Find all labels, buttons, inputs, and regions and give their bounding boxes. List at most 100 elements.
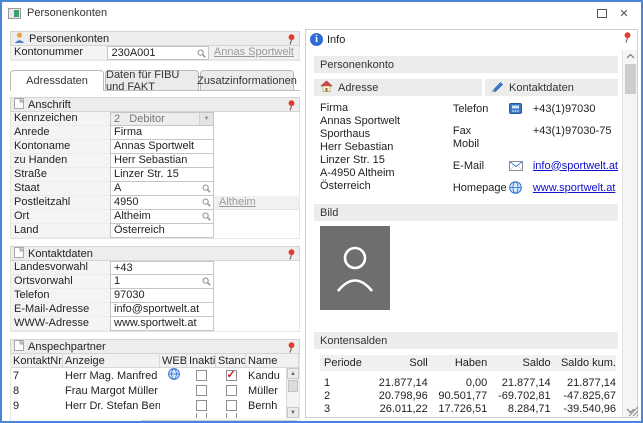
- contact-row[interactable]: 9 Herr Dr. Stefan Bernhard Bernh: [11, 398, 299, 413]
- www-input[interactable]: www.sportwelt.at: [110, 316, 214, 331]
- ort-input[interactable]: Altheim: [110, 209, 214, 224]
- inaktiv-checkbox[interactable]: [196, 370, 207, 381]
- ort-link[interactable]: Altheim: [219, 196, 256, 209]
- email-input[interactable]: info@sportwelt.at: [110, 302, 214, 317]
- close-button[interactable]: ✕: [613, 4, 635, 22]
- search-icon[interactable]: [197, 49, 206, 62]
- form-icon: [14, 245, 25, 261]
- col-standard[interactable]: Stand...: [216, 354, 246, 367]
- telefon-info-label: Telefon: [452, 102, 489, 115]
- main-form-panel: Personenkonten Kontonummer 230A001 Annas…: [10, 31, 300, 421]
- kontaktdaten-header: Kontaktdaten: [485, 79, 618, 96]
- contact-row[interactable]: 8 Frau Margot Müller Müller: [11, 383, 299, 398]
- person-silhouette-icon: [333, 242, 377, 295]
- tab-bar: Adressdaten Daten für FIBU und FAKT Zusa…: [10, 69, 300, 93]
- landesvorwahl-input[interactable]: +43: [110, 261, 214, 275]
- tab-adressdaten[interactable]: Adressdaten: [10, 70, 104, 91]
- col-name[interactable]: Name: [246, 354, 299, 367]
- contact-row[interactable]: 7 Herr Mag. Manfred Kandussi ✓ Kandu: [11, 368, 299, 383]
- info-panel: i Info Personenkonto Adresse Kontaktdate…: [305, 29, 638, 418]
- www-row: WWW-Adresse www.sportwelt.at: [11, 316, 299, 331]
- standard-checkbox[interactable]: [225, 385, 237, 396]
- anrede-label: Anrede: [11, 126, 110, 140]
- address-block: Firma Annas Sportwelt Sporthaus Herr Seb…: [320, 102, 401, 192]
- anrede-input[interactable]: Firma: [110, 125, 214, 140]
- info-panel-title: Info: [327, 33, 346, 46]
- ansprechpartner-section-title: Anspechpartner: [28, 340, 106, 353]
- personenkonto-header: Personenkonto: [314, 56, 618, 73]
- balances-table: Periode Soll Haben Saldo Saldo kum. 1 21…: [320, 355, 616, 416]
- info-panel-body: Personenkonto Adresse Kontaktdaten Firma…: [306, 50, 622, 417]
- scrollbar-thumb[interactable]: [288, 380, 298, 392]
- info-scrollbar[interactable]: [622, 50, 637, 417]
- postleitzahl-input[interactable]: 4950: [110, 195, 214, 210]
- scrollbar-thumb[interactable]: [624, 64, 636, 94]
- pencil-icon: [491, 80, 504, 95]
- col-kontaktnr[interactable]: KontaktNr.: [11, 354, 63, 367]
- form-icon: [14, 338, 25, 354]
- info-icon: i: [310, 33, 323, 46]
- resize-grip[interactable]: [628, 406, 639, 420]
- col-webb[interactable]: WEB-B.: [160, 354, 187, 367]
- standard-checkbox[interactable]: ✓: [225, 369, 237, 381]
- pin-icon[interactable]: [287, 34, 296, 48]
- inaktiv-checkbox[interactable]: [196, 400, 207, 411]
- kennzeichen-label: Kennzeichen: [11, 112, 110, 126]
- phone-icon: [508, 103, 533, 114]
- personenkonten-section-title: Personenkonten: [29, 32, 110, 45]
- ansprechpartner-section: Anspechpartner KontaktNr. Anzeige WEB-B.…: [10, 338, 300, 421]
- globe-icon[interactable]: [509, 181, 533, 194]
- landesvorwahl-row: Landesvorwahl +43: [11, 261, 299, 275]
- telefon-label: Telefon: [11, 289, 110, 303]
- pin-icon[interactable]: [287, 249, 296, 263]
- mobil-info-label: Mobil: [452, 137, 480, 150]
- strasse-input[interactable]: Linzer Str. 15: [110, 167, 214, 182]
- ortsvorwahl-input[interactable]: 1: [110, 274, 214, 289]
- contacts-scrollbar[interactable]: ▲ ▼: [286, 368, 299, 418]
- scroll-down-icon[interactable]: ▼: [287, 407, 299, 418]
- email-link[interactable]: info@sportwelt.at: [533, 160, 618, 172]
- standard-checkbox[interactable]: [225, 400, 237, 411]
- house-icon: [320, 80, 333, 95]
- email-row: E-Mail-Adresse info@sportwelt.at: [11, 302, 299, 317]
- staat-input[interactable]: A: [110, 181, 214, 196]
- staat-row: Staat A: [11, 181, 299, 196]
- kontoname-label: Kontoname: [11, 140, 110, 154]
- pin-icon[interactable]: [287, 100, 296, 114]
- kontonummer-input[interactable]: 230A001: [107, 46, 209, 62]
- contact-row[interactable]: [11, 413, 299, 418]
- scroll-up-icon[interactable]: ▲: [287, 368, 299, 379]
- pin-icon[interactable]: [623, 32, 632, 46]
- kennzeichen-select[interactable]: 2 Debitor ▼: [110, 112, 214, 126]
- chevron-up-icon[interactable]: [623, 50, 637, 62]
- maximize-button[interactable]: [591, 4, 613, 22]
- kontaktdaten-section-title: Kontaktdaten: [28, 247, 93, 260]
- envelope-icon[interactable]: [508, 160, 533, 171]
- contacts-table: KontaktNr. Anzeige WEB-B. Inaktiv Stand.…: [10, 354, 300, 421]
- chevron-down-icon[interactable]: ▼: [199, 113, 213, 125]
- col-anzeige[interactable]: Anzeige: [63, 354, 160, 367]
- telefon-info-value: +43(1)97030: [532, 102, 596, 115]
- postleitzahl-row: Postleitzahl 4950 Altheim: [11, 195, 299, 210]
- tab-daten-fibu-fakt[interactable]: Daten für FIBU und FAKT: [105, 69, 199, 93]
- kontoname-input[interactable]: Annas Sportwelt: [110, 139, 214, 154]
- tab-zusatzinformationen[interactable]: Zusatzinformationen: [197, 70, 297, 90]
- person-icon: [14, 32, 25, 46]
- account-name-link[interactable]: Annas Sportwelt: [214, 46, 294, 59]
- ortsvorwahl-row: Ortsvorwahl 1: [11, 274, 299, 289]
- inaktiv-checkbox[interactable]: [196, 385, 207, 396]
- contacts-toolbar: ▲ ▼ ◀ ▶: [11, 418, 299, 421]
- app-icon: [8, 7, 21, 19]
- zu-handen-input[interactable]: Herr Sebastian: [110, 153, 214, 168]
- col-periode: Periode: [324, 357, 362, 369]
- telefon-input[interactable]: 97030: [110, 288, 214, 303]
- table-row: 2 20.798,96 90.501,77 -69.702,81 -47.825…: [324, 390, 616, 402]
- title-bar: Personenkonten ✕: [2, 2, 641, 24]
- land-row: Land Österreich: [11, 223, 299, 238]
- check-icon: ✓: [226, 369, 236, 381]
- land-input[interactable]: Österreich: [110, 223, 214, 238]
- col-inaktiv[interactable]: Inaktiv: [187, 354, 216, 367]
- homepage-link[interactable]: www.sportwelt.at: [533, 182, 616, 194]
- kontonummer-row: Kontonummer 230A001 Annas Sportwelt: [11, 46, 299, 60]
- adresse-header: Adresse: [314, 79, 482, 96]
